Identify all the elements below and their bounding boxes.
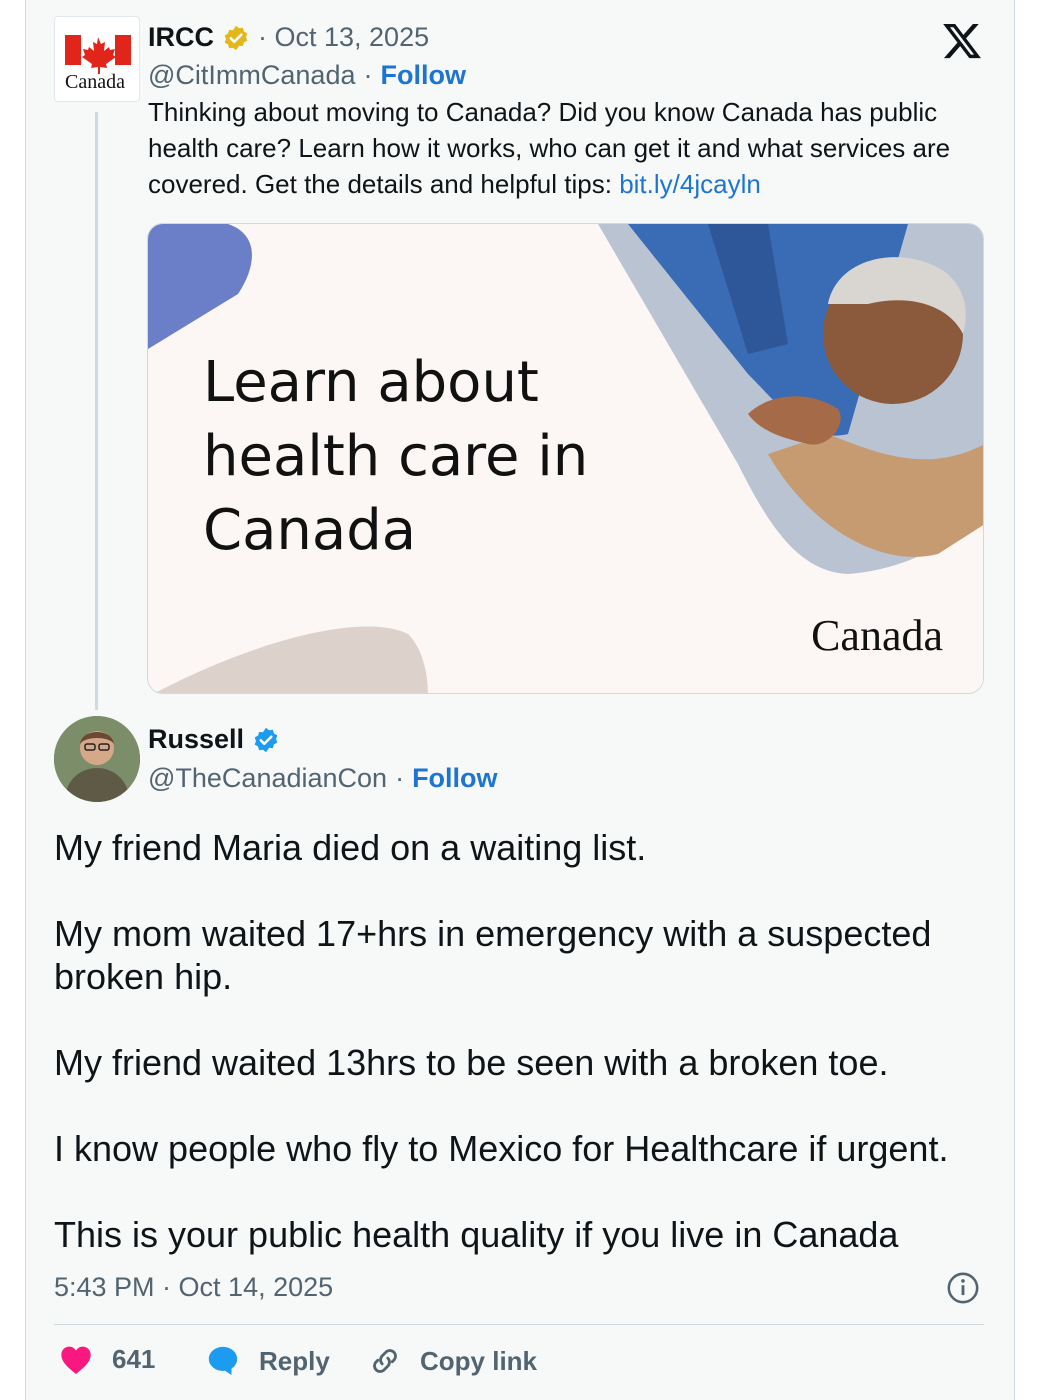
- follow-button[interactable]: Follow: [412, 763, 497, 794]
- media-canada-wordmark: Canada: [811, 611, 943, 660]
- ircc-avatar[interactable]: Canada: [54, 16, 140, 102]
- copy-link-button[interactable]: Copy link: [368, 1344, 537, 1378]
- verified-gold-icon: [224, 25, 248, 50]
- tweet-link[interactable]: bit.ly/4jcayln: [619, 169, 761, 199]
- heart-icon: [61, 1346, 91, 1374]
- x-logo-icon[interactable]: [940, 20, 984, 62]
- russell-avatar[interactable]: [54, 716, 140, 802]
- info-icon[interactable]: [946, 1271, 980, 1305]
- reply-tweet-header: Russell: [148, 724, 280, 755]
- link-icon: [373, 1349, 397, 1373]
- like-button[interactable]: 641: [60, 1344, 155, 1375]
- thread-connector: [95, 112, 98, 710]
- parent-tweet-body: Thinking about moving to Canada? Did you…: [148, 97, 951, 199]
- tweet-date[interactable]: · Oct 13, 2025: [258, 22, 429, 53]
- media-headline: Learn about health care in Canada: [203, 350, 589, 563]
- author-handle[interactable]: @TheCanadianCon: [148, 763, 387, 794]
- follow-button[interactable]: Follow: [380, 60, 465, 91]
- divider: [54, 1324, 984, 1325]
- separator-dot: ·: [395, 763, 405, 793]
- profile-photo: [54, 716, 140, 802]
- separator-dot: ·: [363, 60, 373, 90]
- parent-tweet-header: IRCC · Oct 13, 2025: [148, 22, 429, 53]
- author-name[interactable]: Russell: [148, 724, 244, 755]
- tweet-text: My friend Maria died on a waiting list. …: [54, 827, 949, 1255]
- tweet-media-image[interactable]: Learn about health care in Canada Canada: [147, 223, 984, 694]
- author-name[interactable]: IRCC: [148, 22, 214, 53]
- reply-label: Reply: [259, 1345, 330, 1376]
- reply-handle-row: @TheCanadianCon · Follow: [148, 763, 498, 794]
- copy-link-label: Copy link: [420, 1345, 538, 1376]
- verified-blue-icon: [254, 727, 278, 752]
- parent-handle-row: @CitImmCanada · Follow: [148, 60, 466, 91]
- reply-bubble-icon: [208, 1346, 238, 1376]
- canada-avatar-wordmark: Canada: [65, 71, 125, 93]
- author-handle[interactable]: @CitImmCanada: [148, 60, 355, 91]
- parent-tweet-text: Thinking about moving to Canada? Did you…: [148, 94, 998, 202]
- like-count: 641: [112, 1344, 156, 1374]
- tweet-timestamp[interactable]: 5:43 PM · Oct 14, 2025: [54, 1272, 333, 1303]
- reply-button[interactable]: Reply: [205, 1344, 330, 1378]
